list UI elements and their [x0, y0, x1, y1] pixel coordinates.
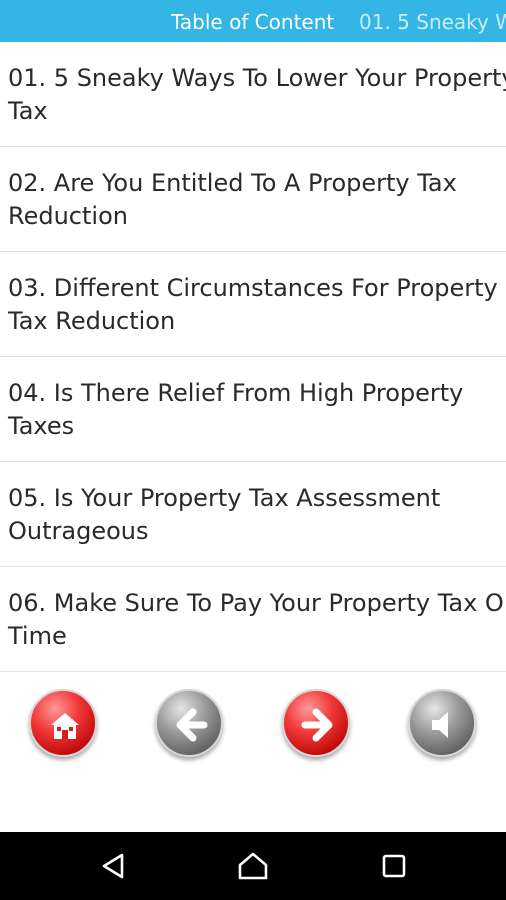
toc-item-label: 05. Is Your Property Tax Assessment Outr… — [8, 484, 441, 545]
tab-table-of-content[interactable]: Table of Content — [171, 0, 334, 42]
toc-item-01[interactable]: 01. 5 Sneaky Ways To Lower Your Property… — [0, 42, 506, 147]
nav-home-icon — [238, 852, 268, 880]
toc-item-label: 04. Is There Relief From High Property T… — [8, 379, 464, 440]
nav-recent-button[interactable] — [374, 846, 414, 886]
toc-item-03[interactable]: 03. Different Circumstances For Property… — [0, 252, 506, 357]
home-icon — [51, 713, 79, 739]
toc-item-label: 01. 5 Sneaky Ways To Lower Your Property… — [8, 64, 506, 125]
toc-item-label: 03. Different Circumstances For Property… — [8, 274, 498, 335]
toc-item-06[interactable]: 06. Make Sure To Pay Your Property Tax O… — [0, 567, 506, 672]
system-nav-bar — [0, 832, 506, 900]
toc-item-label: 02. Are You Entitled To A Property Tax R… — [8, 169, 457, 230]
arrow-left-icon — [176, 708, 208, 742]
toc-item-02[interactable]: 02. Are You Entitled To A Property Tax R… — [0, 147, 506, 252]
home-button[interactable] — [29, 689, 97, 757]
nav-back-icon — [102, 853, 124, 879]
next-button[interactable] — [282, 689, 350, 757]
tab-chapter-01[interactable]: 01. 5 Sneaky Ways To Lower Your Property… — [359, 0, 506, 42]
toc-item-label: 06. Make Sure To Pay Your Property Tax O… — [8, 589, 506, 650]
arrow-right-icon — [301, 708, 333, 742]
nav-back-button[interactable] — [94, 846, 134, 886]
toc-item-05[interactable]: 05. Is Your Property Tax Assessment Outr… — [0, 462, 506, 567]
toc-list: 01. 5 Sneaky Ways To Lower Your Property… — [0, 42, 506, 672]
tab-bar: Table of Content 01. 5 Sneaky Ways To Lo… — [0, 0, 506, 42]
player-controls — [0, 680, 506, 768]
nav-home-button[interactable] — [233, 846, 273, 886]
toc-item-04[interactable]: 04. Is There Relief From High Property T… — [0, 357, 506, 462]
sound-button[interactable] — [408, 689, 476, 757]
nav-recent-icon — [382, 854, 406, 878]
speaker-icon — [432, 712, 448, 738]
back-button[interactable] — [155, 689, 223, 757]
